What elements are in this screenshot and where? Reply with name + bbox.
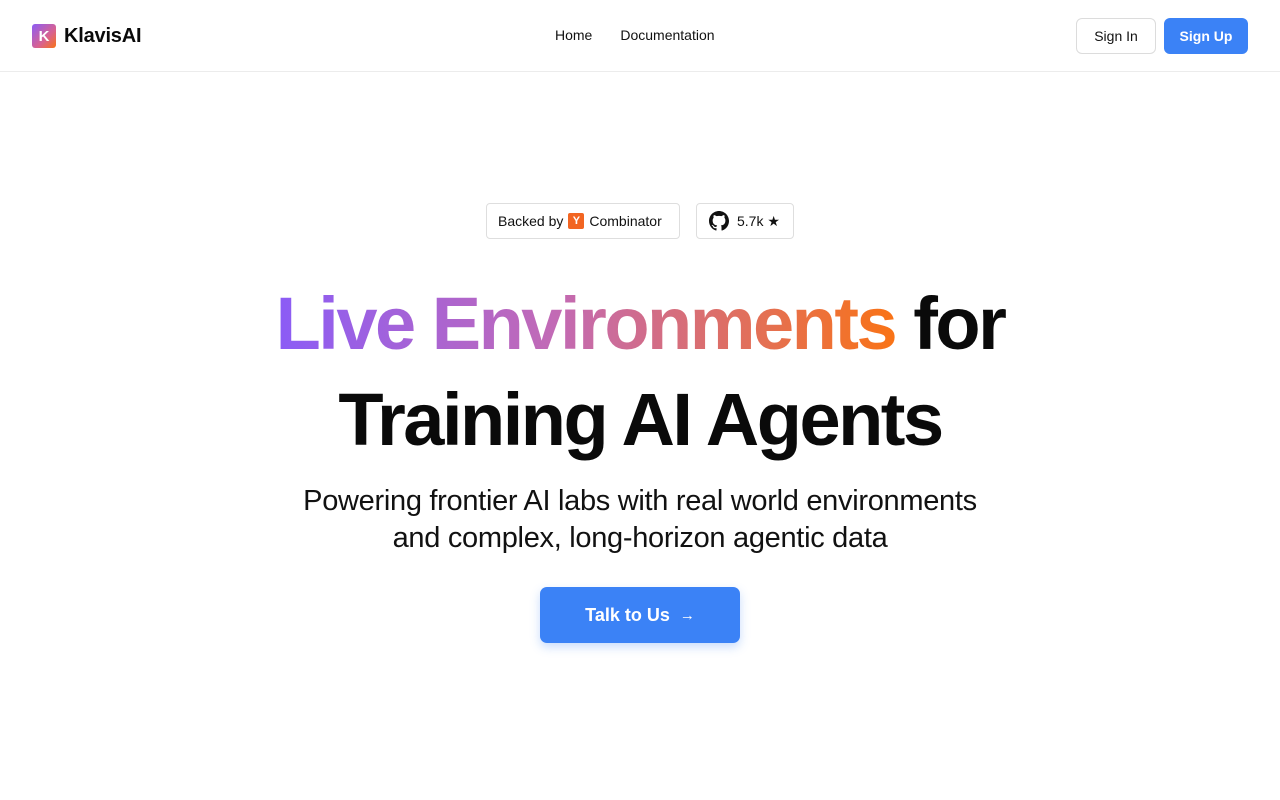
logo[interactable]: K KlavisAI xyxy=(32,24,142,48)
hero-title-line-1: Live Environments for xyxy=(0,276,1280,372)
hero-subtitle-line-2: and complex, long-horizon agentic data xyxy=(392,522,888,554)
sign-up-button[interactable]: Sign Up xyxy=(1164,18,1248,54)
arrow-right-icon: → xyxy=(679,606,695,624)
nav-documentation[interactable]: Documentation xyxy=(620,27,714,43)
hero-title-highlight: Live Environments xyxy=(275,282,898,365)
main-nav: Home Documentation xyxy=(555,27,715,43)
hero-title: Live Environments for Training AI Agents xyxy=(0,276,1280,468)
hero-title-connector: for xyxy=(913,282,1007,365)
talk-to-us-button[interactable]: Talk to Us → xyxy=(540,587,740,643)
hero-subtitle-line-1: Powering frontier AI labs with real worl… xyxy=(303,485,977,517)
site-header: K KlavisAI Home Documentation Sign In Si… xyxy=(0,0,1280,72)
hero-subtitle: Powering frontier AI labs with real worl… xyxy=(240,483,1040,557)
yc-badge-suffix: Combinator xyxy=(589,213,662,229)
github-stars-badge[interactable]: 5.7k ★ xyxy=(696,203,794,239)
yc-badge[interactable]: Backed by Y Combinator xyxy=(486,203,680,239)
yc-badge-prefix: Backed by xyxy=(498,213,564,229)
y-combinator-icon: Y xyxy=(568,213,585,229)
hero-title-line-2: Training AI Agents xyxy=(338,378,944,461)
github-star-count: 5.7k ★ xyxy=(737,212,780,229)
klavis-logo-icon: K xyxy=(32,24,56,48)
brand-name: KlavisAI xyxy=(64,24,142,47)
sign-in-button[interactable]: Sign In xyxy=(1076,18,1156,54)
nav-home[interactable]: Home xyxy=(555,27,592,43)
cta-label: Talk to Us xyxy=(585,604,670,625)
github-icon xyxy=(709,211,729,231)
